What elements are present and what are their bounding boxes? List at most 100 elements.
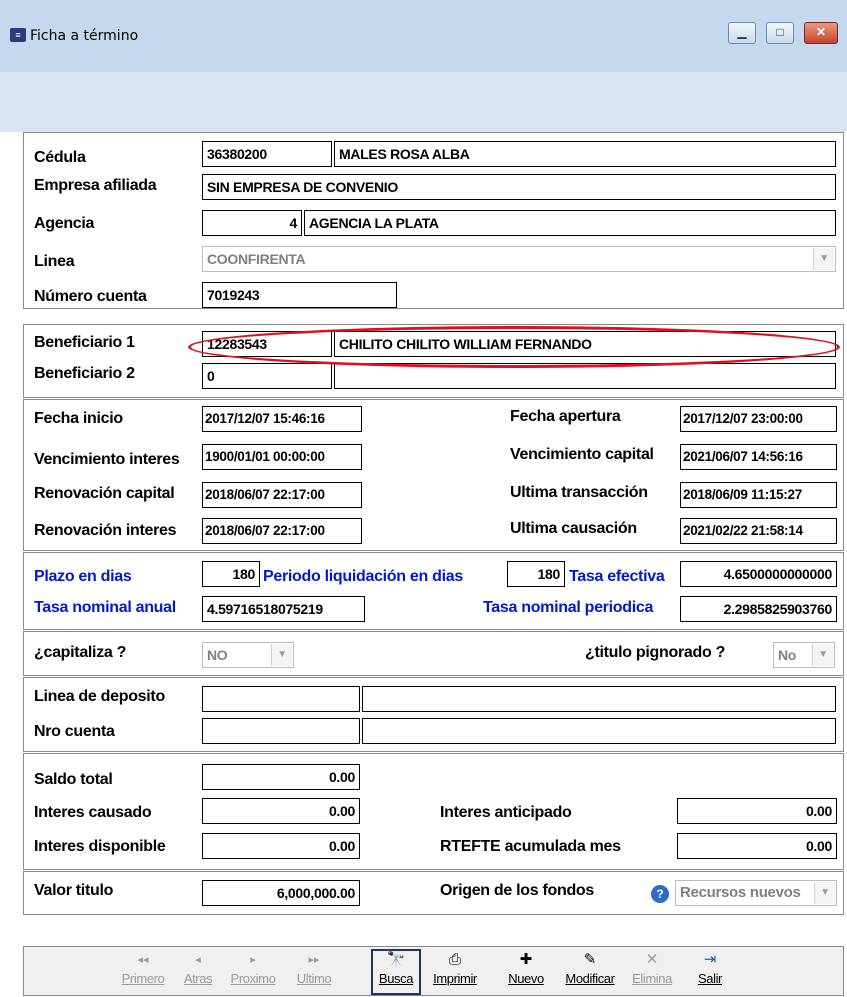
interes-disponible-label: Interes disponible [34,838,166,855]
linea-select[interactable]: COONFIRENTA ▼ [202,246,836,272]
primero-label: Primero [121,971,165,986]
tasa-nominal-periodica-field[interactable]: 2.2985825903760 [680,596,837,622]
origen-fondos-label: Origen de los fondos [440,882,595,899]
renov-capital-label: Renovación capital [34,485,175,502]
cedula-label: Cédula [34,149,86,166]
primero-button[interactable]: ◂◂ Primero [120,949,166,995]
fechas-section: Fecha inicio 2017/12/07 15:46:16 Vencimi… [23,399,844,551]
agencia-name-field[interactable]: AGENCIA LA PLATA [304,210,836,236]
pignorado-select[interactable]: No ▼ [773,642,835,668]
nro-cuenta-name-field[interactable] [362,718,836,744]
cuenta-label: Número cuenta [34,288,147,305]
busca-button[interactable]: 🔭 Busca [371,949,421,995]
previous-record-icon: ◂ [195,954,201,966]
nombre-field[interactable]: MALES ROSA ALBA [334,141,836,167]
maximize-icon: □ [776,25,784,39]
close-button[interactable]: ✕ [804,22,838,44]
modificar-button[interactable]: ✎ Modificar [561,949,619,995]
valor-section: Valor titulo 6,000,000.00 Origen de los … [23,871,844,915]
maximize-button[interactable]: □ [766,22,794,44]
chevron-down-icon[interactable]: ▼ [812,644,833,666]
imprimir-button[interactable]: ⎙ Imprimir [432,949,478,995]
beneficiario1-label: Beneficiario 1 [34,334,135,351]
app-icon: ≡ [10,28,26,42]
linea-deposito-name-field[interactable] [362,686,836,712]
beneficiarios-section: Beneficiario 1 12283543 CHILITO CHILITO … [23,324,844,398]
periodo-field[interactable]: 180 [507,561,565,587]
saldo-total-field[interactable]: 0.00 [202,764,360,790]
next-record-icon: ▸ [250,954,256,966]
fecha-apertura-field[interactable]: 2017/12/07 23:00:00 [680,406,837,432]
help-icon[interactable]: ? [651,885,669,903]
ult-causacion-field[interactable]: 2021/02/22 21:58:14 [680,518,837,544]
elimina-button[interactable]: ✕ Elimina [629,949,675,995]
cedula-field[interactable]: 36380200 [202,141,332,167]
interes-anticipado-field[interactable]: 0.00 [677,798,837,824]
pignorado-label: ¿titulo pignorado ? [585,644,726,661]
elimina-label: Elimina [632,971,672,986]
ult-causacion-label: Ultima causación [510,520,637,537]
empresa-field[interactable]: SIN EMPRESA DE CONVENIO [202,174,836,200]
ult-transaccion-label: Ultima transacción [510,484,648,501]
proximo-button[interactable]: ▸ Proximo [230,949,276,995]
nro-cuenta-code-field[interactable] [202,718,360,744]
linea-deposito-code-field[interactable] [202,686,360,712]
tasa-efectiva-field[interactable]: 4.6500000000000 [680,561,837,587]
interes-anticipado-label: Interes anticipado [440,804,572,821]
chevron-down-icon[interactable]: ▼ [813,248,834,270]
ultimo-label: Ultimo [296,971,332,986]
plus-icon: ✚ [519,951,533,968]
tasas-section: Plazo en dias 180 Periodo liquidación en… [23,552,844,630]
interes-causado-field[interactable]: 0.00 [202,798,360,824]
first-record-icon: ◂◂ [137,954,149,966]
atras-button[interactable]: ◂ Atras [175,949,221,995]
nuevo-button[interactable]: ✚ Nuevo [503,949,549,995]
busca-label: Busca [378,971,414,986]
opciones-section: ¿capitaliza ? NO ▼ ¿titulo pignorado ? N… [23,631,844,676]
window-title: Ficha a término [30,28,139,44]
salir-label: Salir [697,971,722,986]
venc-interes-field[interactable]: 1900/01/01 00:00:00 [202,444,362,470]
exit-door-icon: ⇥ [703,951,717,968]
origen-fondos-select[interactable]: Recursos nuevos ▼ [675,880,837,906]
tasa-nominal-anual-field[interactable]: 4.59716518075219 [202,596,365,622]
beneficiario2-id-field[interactable]: 0 [202,363,332,389]
proximo-label: Proximo [230,971,276,986]
modificar-label: Modificar [565,971,615,986]
printer-icon: ⎙ [448,951,461,968]
salir-button[interactable]: ⇥ Salir [687,949,733,995]
fecha-inicio-field[interactable]: 2017/12/07 15:46:16 [202,406,362,432]
form-panel: Cédula 36380200 MALES ROSA ALBA Empresa … [0,132,847,997]
origen-fondos-value: Recursos nuevos [680,884,801,901]
venc-capital-field[interactable]: 2021/06/07 14:56:16 [680,444,837,470]
account-section: Cédula 36380200 MALES ROSA ALBA Empresa … [23,132,844,309]
interes-disponible-field[interactable]: 0.00 [202,833,360,859]
rtefte-label: RTEFTE acumulada mes [440,838,621,855]
beneficiario1-id-field[interactable]: 12283543 [202,331,332,357]
beneficiario2-name-field[interactable] [334,363,836,389]
pignorado-value: No [778,647,797,663]
capitaliza-select[interactable]: NO ▼ [202,642,294,668]
close-icon: ✕ [815,25,827,39]
renov-interes-field[interactable]: 2018/06/07 22:17:00 [202,518,362,544]
beneficiario1-name-field[interactable]: CHILITO CHILITO WILLIAM FERNANDO [334,331,836,357]
last-record-icon: ▸▸ [308,954,320,966]
saldo-total-label: Saldo total [34,771,113,788]
valor-titulo-field[interactable]: 6,000,000.00 [202,880,360,906]
deposito-section: Linea de deposito Nro cuenta [23,677,844,752]
renov-capital-field[interactable]: 2018/06/07 22:17:00 [202,482,362,508]
chevron-down-icon[interactable]: ▼ [814,882,835,904]
interes-causado-label: Interes causado [34,804,152,821]
cuenta-field[interactable]: 7019243 [202,282,397,308]
rtefte-field[interactable]: 0.00 [677,833,837,859]
chevron-down-icon[interactable]: ▼ [271,644,292,666]
plazo-field[interactable]: 180 [202,561,260,587]
ultimo-button[interactable]: ▸▸ Ultimo [291,949,337,995]
nro-cuenta-label: Nro cuenta [34,723,115,740]
ult-transaccion-field[interactable]: 2018/06/09 11:15:27 [680,482,837,508]
minimize-button[interactable]: ▁ [728,22,756,44]
renov-interes-label: Renovación interes [34,522,177,539]
atras-label: Atras [183,971,213,986]
agencia-code-field[interactable]: 4 [202,210,302,236]
linea-label: Linea [34,253,75,270]
